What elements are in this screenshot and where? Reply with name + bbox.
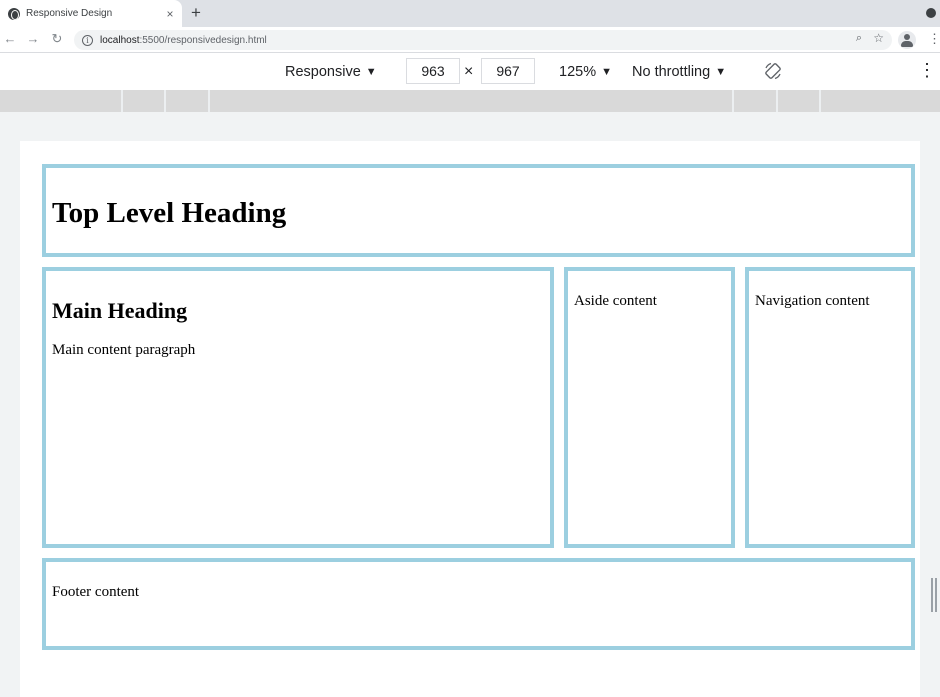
- tab-title: Responsive Design: [26, 8, 113, 19]
- star-icon[interactable]: ☆: [873, 31, 884, 45]
- media-query-segment[interactable]: [121, 90, 164, 112]
- tab-close-icon[interactable]: ×: [162, 7, 178, 21]
- nav-section: Navigation content: [745, 267, 915, 548]
- zoom-icon[interactable]: ⌕: [856, 32, 862, 45]
- nav-text: Navigation content: [755, 293, 870, 309]
- media-query-segment[interactable]: [819, 90, 940, 112]
- zoom-dropdown[interactable]: 125% ▼: [559, 62, 612, 83]
- reload-icon[interactable]: ↻: [49, 31, 65, 47]
- url-text[interactable]: localhost:5500/responsivedesign.html: [100, 35, 267, 46]
- main-paragraph: Main content paragraph: [52, 342, 196, 358]
- throttling-dropdown[interactable]: No throttling ▼: [632, 62, 726, 83]
- main-heading: Main Heading: [52, 298, 188, 323]
- main-section: Main Heading Main content paragraph: [42, 267, 554, 548]
- viewport-resize-handle[interactable]: [931, 578, 937, 612]
- new-tab-button[interactable]: +: [188, 3, 204, 23]
- media-query-segment[interactable]: [776, 90, 819, 112]
- page-footer: Footer content: [42, 558, 915, 650]
- device-label: Responsive: [285, 64, 361, 80]
- media-query-segment[interactable]: [732, 90, 776, 112]
- height-input[interactable]: 967: [481, 58, 535, 84]
- page-title: Top Level Heading: [52, 197, 287, 229]
- media-query-segment[interactable]: [164, 90, 208, 112]
- tab-strip: Responsive Design × +: [0, 0, 940, 27]
- browser-tab[interactable]: Responsive Design ×: [0, 0, 182, 27]
- media-query-segment[interactable]: [208, 90, 732, 112]
- url-path: :5500/responsivedesign.html: [139, 34, 267, 46]
- dimension-separator: ×: [464, 63, 474, 80]
- aside-text: Aside content: [574, 293, 657, 309]
- chevron-down-icon: ▼: [715, 66, 727, 78]
- back-icon[interactable]: ←: [2, 31, 18, 47]
- window-control-icon[interactable]: [926, 8, 936, 18]
- zoom-label: 125%: [559, 64, 597, 80]
- url-host: localhost: [100, 34, 140, 46]
- chevron-down-icon: ▼: [365, 66, 377, 78]
- address-bar[interactable]: i localhost:5500/responsivedesign.html ⌕…: [74, 30, 892, 50]
- browser-menu-icon[interactable]: ⋮: [928, 31, 940, 47]
- device-toolbar-more-icon[interactable]: ⋮: [918, 60, 936, 80]
- page-header: Top Level Heading: [42, 164, 915, 257]
- footer-text: Footer content: [52, 584, 140, 600]
- rotate-icon[interactable]: [764, 62, 782, 80]
- media-query-bar: [0, 90, 940, 112]
- profile-icon[interactable]: [898, 31, 916, 49]
- device-toolbar: Responsive ▼ 963 × 967 125% ▼ No throttlin…: [0, 54, 940, 90]
- device-dropdown[interactable]: Responsive ▼: [285, 62, 377, 83]
- chevron-down-icon: ▼: [601, 66, 612, 78]
- browser-toolbar: ← → ↻ i localhost:5500/responsivedesign.…: [0, 27, 940, 53]
- aside-section: Aside content: [564, 267, 735, 548]
- throttling-label: No throttling: [632, 64, 711, 80]
- info-icon[interactable]: i: [82, 34, 93, 46]
- forward-icon[interactable]: →: [25, 31, 41, 47]
- globe-icon: [8, 7, 20, 20]
- width-input[interactable]: 963: [406, 58, 460, 84]
